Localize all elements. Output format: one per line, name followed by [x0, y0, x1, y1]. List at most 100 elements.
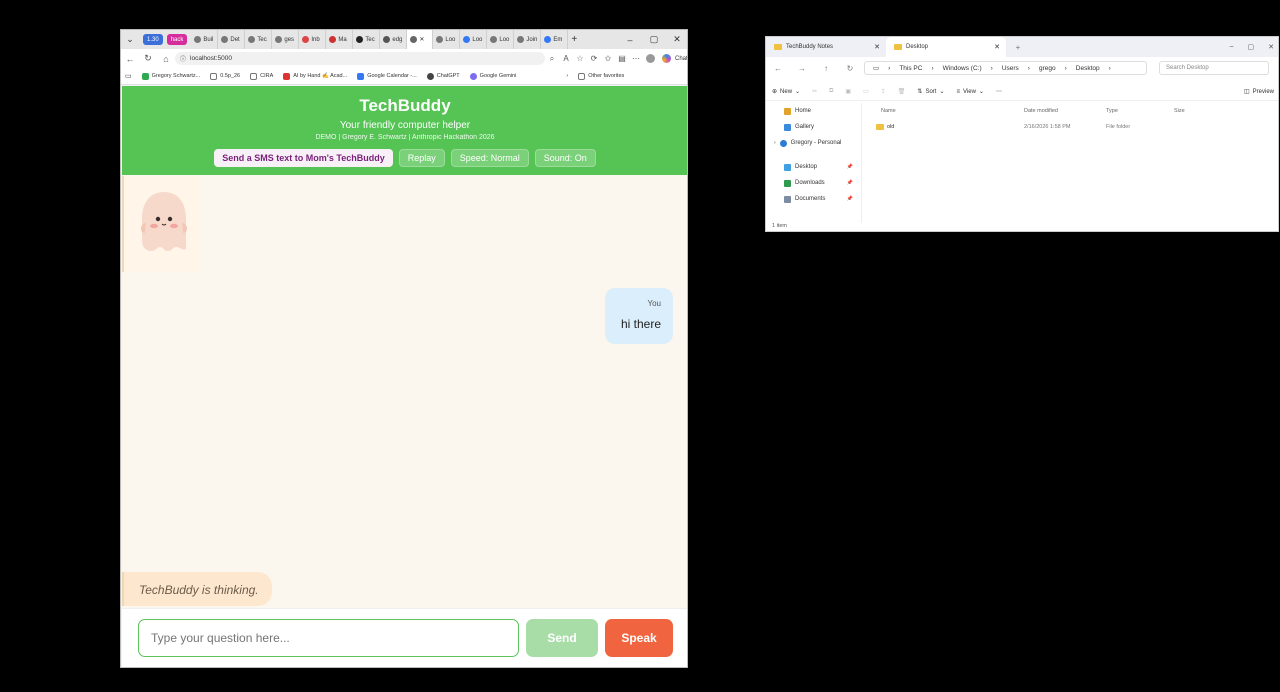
view-button[interactable]: ≡ View ⌄ [950, 88, 989, 96]
column-header-type[interactable]: Type [1106, 108, 1118, 114]
new-tab-button[interactable]: + [1006, 37, 1030, 58]
bookmark-bar-icon[interactable]: ▭ [125, 72, 132, 80]
copilot-icon[interactable] [657, 49, 675, 68]
minimize-button[interactable]: – [619, 30, 641, 49]
column-header-size[interactable]: Size [1174, 108, 1185, 114]
back-button[interactable]: ← [121, 49, 139, 68]
sidebar-item-home[interactable]: Home [766, 103, 861, 119]
other-favorites[interactable]: Other favorites [578, 72, 624, 80]
new-tab-button[interactable]: + [568, 30, 584, 49]
sort-button[interactable]: ⇅ Sort ⌄ [911, 88, 950, 96]
browser-tab[interactable]: Loo [433, 30, 461, 49]
browser-tab[interactable]: Buil [191, 30, 219, 49]
bookmark-item[interactable]: Google Calendar -... [357, 72, 417, 80]
browser-tab[interactable]: Det [218, 30, 246, 49]
back-arrow-icon[interactable]: ← [766, 57, 790, 79]
file-name: old [887, 124, 895, 130]
tab-group-chip[interactable]: hack [166, 34, 188, 45]
url-field[interactable]: ⓘ localhost:5000 [175, 52, 545, 65]
minimize-icon[interactable]: – [1230, 43, 1234, 51]
close-icon[interactable]: ✕ [1268, 43, 1274, 51]
breadcrumb[interactable]: ▭ › This PC › Windows (C:) › Users › gre… [864, 61, 1147, 75]
more-options-icon[interactable]: ⋯ [990, 88, 1008, 95]
breadcrumb-item[interactable]: Windows (C:) [943, 65, 982, 72]
sidebar-item-onedrive[interactable]: › Gregory - Personal [766, 135, 861, 151]
sidebar-item-desktop[interactable]: Desktop 📌 [766, 159, 861, 175]
chevron-down-icon: ⌄ [795, 89, 801, 95]
home-icon [784, 107, 791, 115]
send-button[interactable]: Send [526, 619, 598, 657]
bookmark-item[interactable]: 0.5p_26 [210, 72, 240, 80]
sidebar-item-downloads[interactable]: Downloads 📌 [766, 175, 861, 191]
browser-tab[interactable]: Join [514, 30, 542, 49]
bookmark-item[interactable]: CIRA [250, 72, 273, 80]
browser-tab[interactable]: Loo [460, 30, 488, 49]
bookmark-item[interactable]: AI by Hand ✍ Acad... [283, 72, 347, 80]
send-sms-button[interactable]: Send a SMS text to Mom's TechBuddy [214, 149, 393, 167]
favorite-star-icon[interactable]: ☆ [573, 49, 587, 68]
maximize-button[interactable]: ▢ [643, 30, 665, 49]
more-menu-icon[interactable]: ⋯ [629, 49, 643, 68]
tab-group-chip[interactable]: 1.30 [143, 34, 163, 45]
new-button[interactable]: ⊕ New ⌄ [766, 88, 806, 96]
breadcrumb-item[interactable]: This PC [899, 65, 922, 72]
browser-tab[interactable]: Em [541, 30, 569, 49]
collections-icon[interactable]: ▤ [615, 49, 629, 68]
close-icon[interactable]: ✕ [994, 43, 1000, 51]
bookmark-item[interactable]: ChatGPT [426, 72, 460, 80]
browser-tab[interactable]: Tec [245, 30, 273, 49]
browser-tab[interactable]: Ma [326, 30, 354, 49]
sidebar-item-gallery[interactable]: Gallery [766, 119, 861, 135]
refresh-icon[interactable]: ↻ [838, 57, 862, 79]
column-header-date[interactable]: Date modified [1024, 108, 1058, 114]
home-button[interactable]: ⌂ [157, 49, 175, 68]
up-arrow-icon[interactable]: ↑ [814, 57, 838, 79]
copy-icon[interactable]: ⧉ [823, 88, 839, 95]
search-input[interactable]: Search Desktop [1159, 61, 1269, 75]
cut-icon[interactable]: ✂ [806, 88, 823, 95]
profile-avatar-icon[interactable] [643, 49, 657, 68]
browser-tab[interactable]: edg [380, 30, 408, 49]
forward-arrow-icon[interactable]: → [790, 57, 814, 79]
maximize-icon[interactable]: ▢ [1248, 43, 1255, 51]
replay-button[interactable]: Replay [398, 149, 445, 167]
read-aloud-icon[interactable]: A [559, 49, 573, 68]
input-bar: Send Speak [122, 608, 687, 667]
tab-list-button[interactable]: ⌄ [121, 30, 139, 49]
tab-strip: ⌄ 1.30 hack Buil Det Tec ges Inb Ma Tec … [121, 30, 687, 49]
rename-icon[interactable]: ▭ [857, 88, 875, 95]
delete-icon[interactable]: 🗑 [892, 88, 912, 95]
explorer-tab[interactable]: TechBuddy Notes ✕ [766, 37, 886, 57]
browser-tab[interactable]: Inb [299, 30, 327, 49]
close-icon[interactable]: ✕ [419, 36, 424, 43]
question-input[interactable] [138, 619, 519, 657]
breadcrumb-item[interactable]: grego [1039, 65, 1056, 72]
breadcrumb-item[interactable]: Users [1002, 65, 1019, 72]
sidebar-item-documents[interactable]: Documents 📌 [766, 191, 861, 207]
sound-toggle-button[interactable]: Sound: On [534, 149, 596, 167]
extensions-icon[interactable]: ⟳ [587, 49, 601, 68]
plus-icon: + [571, 34, 578, 45]
globe-icon [517, 36, 525, 43]
zoom-icon[interactable]: ⌕ [545, 49, 559, 68]
close-icon[interactable]: ✕ [874, 43, 880, 51]
bookmark-item[interactable]: Google Gemini [469, 72, 516, 80]
preview-button[interactable]: ◫ Preview [1238, 88, 1278, 96]
speak-button[interactable]: Speak [605, 619, 673, 657]
favorites-icon[interactable]: ✩ [601, 49, 615, 68]
browser-tab[interactable]: ges [272, 30, 300, 49]
browser-tab-active[interactable]: ✕ [407, 30, 434, 49]
speed-button[interactable]: Speed: Normal [450, 149, 529, 167]
refresh-button[interactable]: ↻ [139, 49, 157, 68]
browser-tab[interactable]: Loo [487, 30, 515, 49]
explorer-tab-active[interactable]: Desktop ✕ [886, 37, 1006, 57]
chat-label[interactable]: Chat [675, 56, 687, 62]
breadcrumb-item[interactable]: Desktop [1076, 65, 1100, 72]
bookmark-item[interactable]: Gregory Schwartz... [141, 72, 200, 80]
browser-tab[interactable]: Tec [353, 30, 381, 49]
column-header-name[interactable]: Name [881, 108, 896, 114]
close-window-button[interactable]: ✕ [666, 30, 687, 49]
chevron-right-icon[interactable]: › [566, 73, 568, 79]
share-icon[interactable]: ⇪ [875, 88, 892, 95]
paste-icon[interactable]: ▣ [839, 88, 857, 95]
